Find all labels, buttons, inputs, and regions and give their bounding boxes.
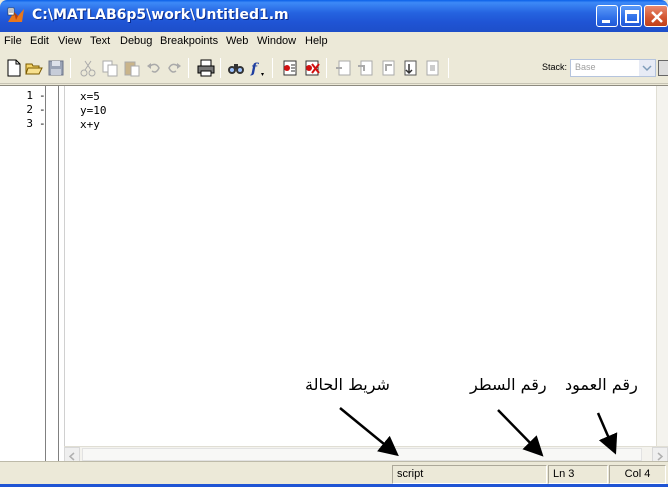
menu-view[interactable]: View [58, 35, 82, 47]
toolbar-separator [326, 58, 327, 78]
maximize-icon [625, 10, 639, 23]
line-number: 3 [26, 117, 33, 130]
breakpoint-marker[interactable]: - [39, 117, 46, 130]
save-icon[interactable] [46, 58, 66, 78]
chevron-down-icon[interactable] [639, 60, 655, 76]
menu-web[interactable]: Web [226, 35, 248, 47]
undo-icon[interactable] [144, 58, 164, 78]
continue-icon[interactable] [400, 58, 420, 78]
function-icon[interactable]: f [248, 58, 268, 78]
step-icon[interactable] [334, 58, 354, 78]
matlab-logo-icon [7, 7, 24, 22]
close-icon [651, 11, 663, 23]
code-line[interactable]: x=5 [80, 90, 100, 103]
window-title: C:\MATLAB6p5\work\Untitled1.m [32, 7, 289, 23]
code-line[interactable]: y=10 [80, 104, 107, 117]
gutter-divider [45, 86, 46, 462]
redo-icon[interactable] [164, 58, 184, 78]
vertical-scrollbar[interactable] [656, 86, 668, 446]
open-folder-icon[interactable] [24, 58, 44, 78]
status-message [6, 465, 391, 484]
exit-debug-icon[interactable] [422, 58, 442, 78]
menu-text[interactable]: Text [90, 35, 110, 47]
menu-file[interactable]: File [4, 35, 22, 47]
matlab-editor-window: C:\MATLAB6p5\work\Untitled1.m File Edit … [0, 0, 668, 487]
code-line[interactable]: x+y [80, 118, 100, 131]
new-file-icon[interactable] [4, 58, 24, 78]
toolbar: f Stack: Base [0, 52, 668, 84]
editor-margin [64, 86, 65, 446]
gutter-divider [58, 86, 59, 462]
stack-select[interactable]: Base [570, 59, 656, 77]
minimize-button[interactable] [596, 5, 618, 27]
menu-bar: File Edit View Text Debug Breakpoints We… [0, 32, 668, 52]
status-line: Ln 3 [548, 465, 608, 484]
toolbar-separator [188, 58, 189, 78]
minimize-icon [602, 20, 610, 23]
scroll-left-button[interactable] [64, 447, 80, 462]
paste-icon[interactable] [122, 58, 142, 78]
find-icon[interactable] [226, 58, 246, 78]
toolbar-separator [272, 58, 273, 78]
dock-icon[interactable] [658, 60, 668, 76]
toolbar-separator [220, 58, 221, 78]
breakpoint-marker[interactable]: - [39, 103, 46, 116]
status-mode: script [392, 465, 547, 484]
title-bar[interactable]: C:\MATLAB6p5\work\Untitled1.m [0, 0, 668, 32]
menu-breakpoints[interactable]: Breakpoints [160, 35, 218, 47]
line-number-gutter: 1 - 2 - 3 - [0, 86, 64, 462]
menu-debug[interactable]: Debug [120, 35, 152, 47]
horizontal-scrollbar[interactable] [64, 446, 668, 462]
menu-window[interactable]: Window [257, 35, 296, 47]
clear-breakpoints-icon[interactable] [302, 58, 322, 78]
annotation-line-number: رقم السطر [470, 375, 547, 394]
menu-edit[interactable]: Edit [30, 35, 49, 47]
maximize-button[interactable] [620, 5, 642, 27]
annotation-status-bar: شريط الحالة [305, 375, 390, 394]
scroll-right-button[interactable] [652, 447, 668, 462]
set-breakpoint-icon[interactable] [280, 58, 300, 78]
toolbar-separator [448, 58, 449, 78]
menu-help[interactable]: Help [305, 35, 328, 47]
line-number: 2 [26, 103, 33, 116]
step-out-icon[interactable] [378, 58, 398, 78]
close-button[interactable] [644, 5, 668, 27]
svg-text:f: f [250, 61, 260, 77]
copy-icon[interactable] [100, 58, 120, 78]
step-in-icon[interactable] [356, 58, 376, 78]
stack-value: Base [575, 62, 596, 72]
scroll-thumb[interactable] [82, 448, 642, 461]
line-number: 1 [26, 89, 33, 102]
print-icon[interactable] [196, 58, 216, 78]
breakpoint-marker[interactable]: - [39, 89, 46, 102]
code-editor[interactable]: 1 - 2 - 3 - x=5 y=10 x+y [0, 85, 668, 462]
annotation-column-number: رقم العمود [565, 375, 638, 394]
status-column: Col 4 [609, 465, 666, 484]
cut-icon[interactable] [78, 58, 98, 78]
toolbar-separator [70, 58, 71, 78]
stack-label: Stack: [542, 62, 568, 72]
